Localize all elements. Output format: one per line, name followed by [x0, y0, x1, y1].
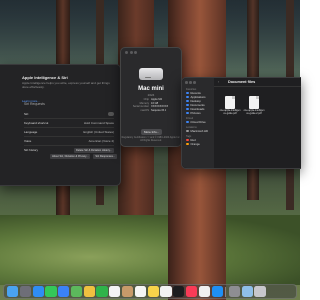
row-label: Siri: [24, 112, 29, 116]
more-info-button[interactable]: More Info...: [141, 129, 163, 135]
dock-separator: [225, 286, 227, 297]
finder-toolbar: ‹ Document files: [214, 78, 301, 87]
voice-select[interactable]: American (Voice 4): [89, 139, 114, 143]
sidebar-item-label: iCloud Drive: [190, 120, 206, 124]
applications-icon: [186, 95, 189, 99]
language-select[interactable]: English (United States): [83, 130, 114, 134]
mac-mini-icon: [139, 68, 163, 80]
file-item[interactable]: one-apple-intelligence-guide.pdf: [219, 96, 241, 116]
zoom-button[interactable]: [193, 81, 196, 84]
ai-description: Apple Intelligence helps you write, expr…: [22, 81, 110, 89]
section-title: Siri Requests: [24, 102, 45, 106]
minimize-button[interactable]: [129, 51, 133, 54]
sidebar-item-tag-orange[interactable]: Orange: [186, 142, 214, 146]
dock-news-icon[interactable]: [198, 285, 210, 298]
dock-safari-icon[interactable]: [32, 285, 44, 298]
sidebar-item-pictures[interactable]: Pictures: [186, 111, 214, 115]
dock: [3, 284, 297, 299]
dock-mail-icon[interactable]: [58, 285, 70, 298]
close-button[interactable]: [185, 81, 188, 84]
sidebar-item-macintosh-hd[interactable]: Macintosh HD: [186, 129, 214, 133]
row-label: Siri history: [24, 148, 39, 152]
dock-music-icon[interactable]: [185, 285, 198, 298]
dock-facetime-icon[interactable]: [96, 285, 108, 298]
about-footer: Regulatory Certification ™ and © 1983–20…: [121, 136, 181, 142]
about-this-mac-window: Mac mini 2024 Chip Apple M4 Memory 16 GB S…: [120, 47, 182, 147]
dock-system-settings-icon[interactable]: [228, 285, 241, 298]
finder-title: Document files: [228, 80, 256, 84]
dock-app-store-icon[interactable]: [211, 285, 223, 298]
spec-list: Chip Apple M4 Memory 16 GB Serial number XX…: [129, 98, 175, 112]
keyboard-shortcut-select[interactable]: Hold Command Space: [84, 121, 114, 125]
pdf-file-icon: [249, 96, 259, 109]
file-item[interactable]: one-apple-intelligence-guide-2.pdf: [243, 96, 265, 116]
document-icon: [186, 103, 189, 107]
model-year: 2024: [147, 93, 155, 97]
back-arrow-icon[interactable]: ‹: [218, 80, 219, 84]
pdf-file-icon: [225, 96, 235, 109]
row-label: Language: [24, 130, 38, 134]
desktop-icon: [186, 99, 189, 103]
dock-tv-icon[interactable]: [173, 285, 185, 298]
dock-reminders-icon[interactable]: [134, 285, 146, 298]
model-name: Mac mini: [138, 86, 164, 92]
row-keyboard-shortcut: Keyboard shortcut Hold Command Space: [24, 119, 114, 127]
window-controls: [125, 51, 137, 54]
sidebar-item-label: Macintosh HD: [190, 129, 209, 133]
dock-calendar-icon[interactable]: [109, 285, 121, 298]
file-name: one-apple-intelligence-guide.pdf: [219, 109, 241, 115]
download-icon: [186, 107, 189, 111]
siri-responses-button[interactable]: Siri Responses...: [93, 154, 118, 159]
sidebar-item-icloud-drive[interactable]: iCloud Drive: [186, 120, 214, 124]
sidebar-item-label: Orange: [190, 142, 200, 146]
tag-dot-icon: [186, 142, 189, 146]
dock-maps-icon[interactable]: [70, 285, 83, 298]
dock-finder-icon[interactable]: [7, 285, 19, 298]
row-label: Voice: [24, 139, 32, 143]
dock-photos-icon[interactable]: [83, 285, 95, 298]
sidebar-item-label: Pictures: [190, 111, 201, 115]
dock-notes-icon[interactable]: [147, 285, 159, 298]
ai-title: Apple Intelligence & Siri: [22, 75, 68, 80]
disk-icon: [186, 129, 189, 133]
forest-ferns: [0, 215, 300, 285]
delete-history-button[interactable]: Delete Siri & Dictation History...: [74, 147, 114, 153]
row-label: Keyboard shortcut: [24, 121, 49, 125]
siri-toggle[interactable]: [108, 112, 114, 116]
about-siri-privacy-button[interactable]: About Siri, Dictation & Privacy...: [50, 154, 91, 159]
dock-messages-icon[interactable]: [45, 285, 57, 298]
file-name: one-apple-intelligence-guide-2.pdf: [243, 109, 265, 115]
spec-value: Sequoia 15.1: [151, 108, 167, 112]
pictures-icon: [186, 111, 189, 115]
spec-row: macOS Sequoia 15.1: [129, 109, 175, 113]
dock-freeform-icon[interactable]: [160, 285, 172, 298]
dock-launchpad-icon[interactable]: [19, 285, 31, 298]
dock-contacts-icon[interactable]: [122, 285, 134, 298]
zoom-button[interactable]: [134, 51, 137, 54]
row-siri: Siri: [24, 110, 114, 118]
minimize-button[interactable]: [189, 81, 192, 84]
close-button[interactable]: [125, 51, 128, 54]
row-language: Language English (United States): [24, 128, 114, 136]
window-controls: [185, 81, 196, 84]
sidebar-list: Favorites Recents Applications Desktop D…: [182, 88, 214, 146]
finder-sidebar: Favorites Recents Applications Desktop D…: [182, 78, 214, 168]
bottom-buttons: About Siri, Dictation & Privacy... Siri …: [50, 154, 118, 159]
dock-preview-icon[interactable]: [241, 285, 253, 298]
row-siri-history: Siri history Delete Siri & Dictation His…: [24, 146, 114, 154]
finder-window: Favorites Recents Applications Desktop D…: [181, 77, 301, 169]
clock-icon: [186, 91, 189, 95]
row-voice: Voice American (Voice 4): [24, 137, 114, 145]
cloud-icon: [186, 120, 189, 124]
tag-dot-icon: [186, 138, 189, 142]
settings-window: Apple Intelligence & Siri Apple Intellig…: [0, 64, 121, 186]
spec-key: macOS: [140, 108, 149, 112]
dock-trash-icon[interactable]: [254, 285, 266, 298]
